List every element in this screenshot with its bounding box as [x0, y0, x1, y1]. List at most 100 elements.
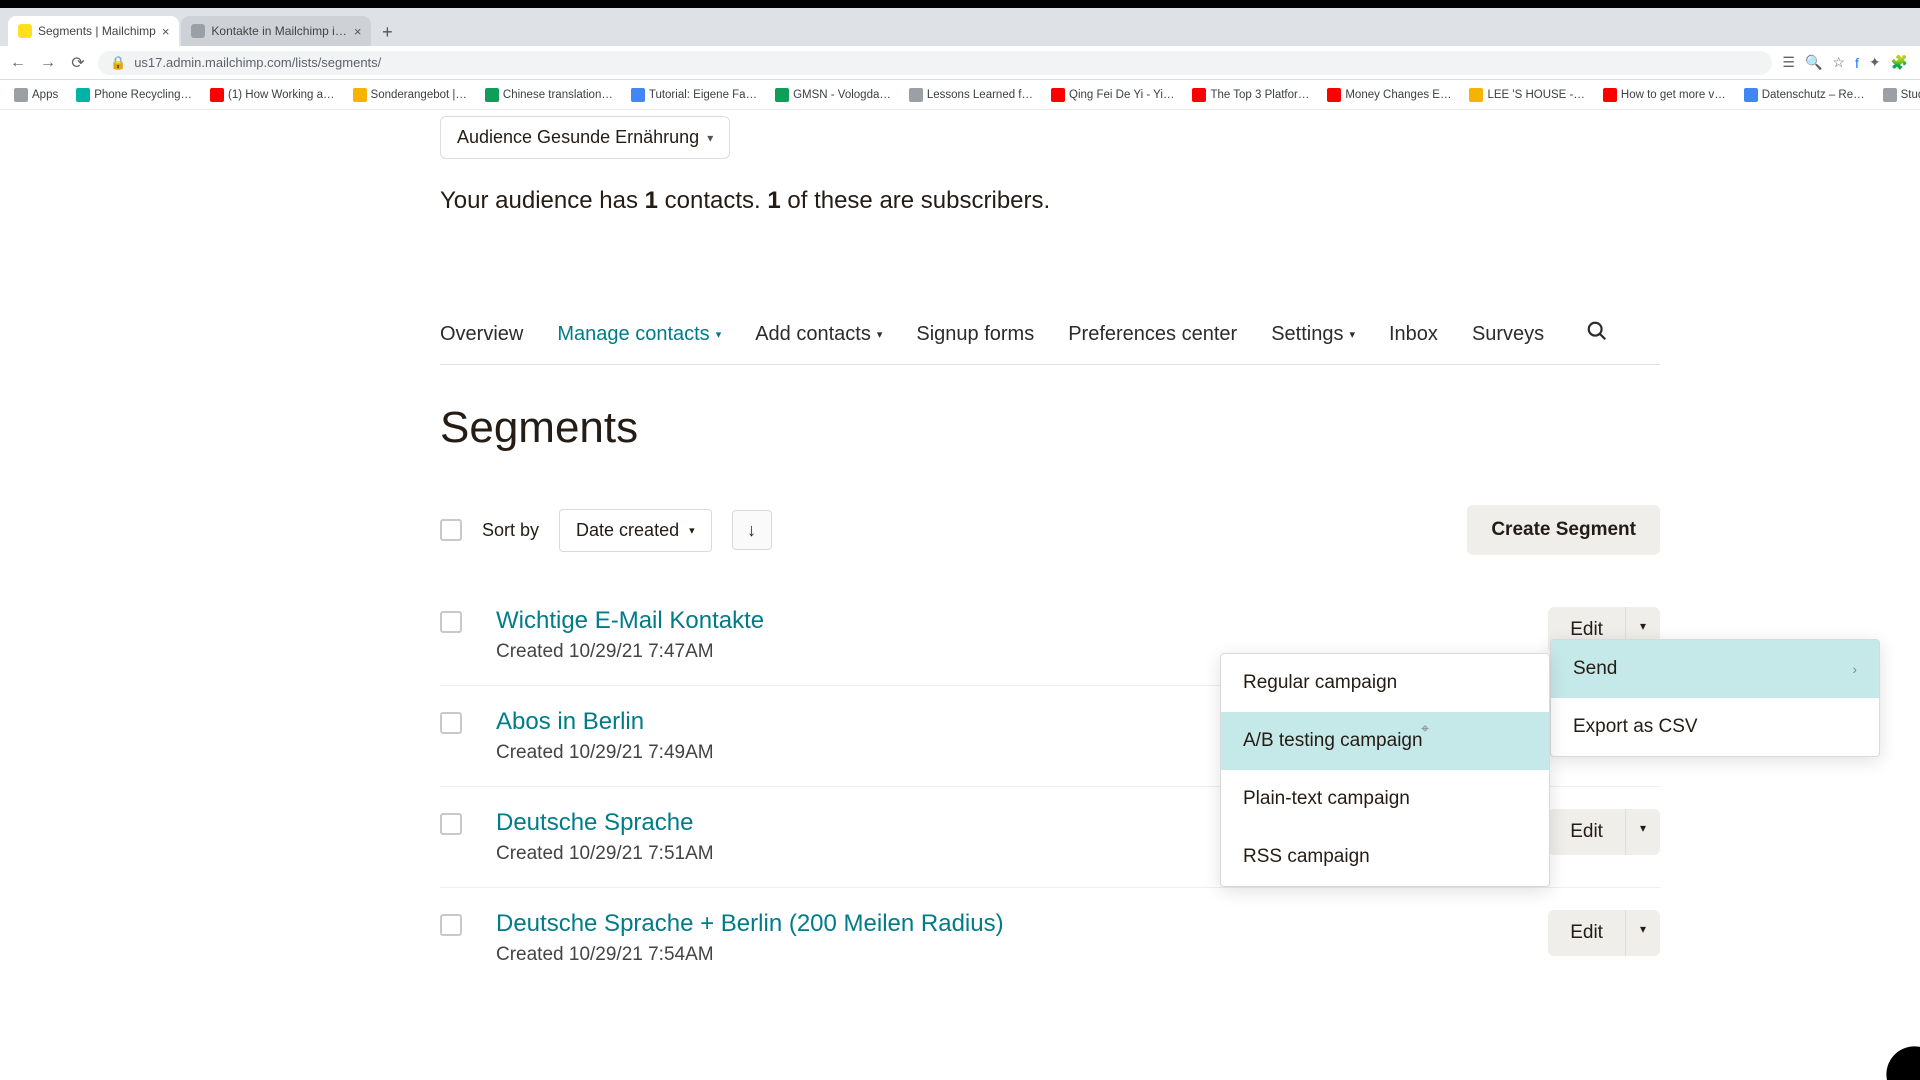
sort-by-label: Sort by [482, 520, 539, 541]
favicon-icon [210, 88, 224, 102]
select-all-checkbox[interactable] [440, 519, 462, 541]
chevron-down-icon: ▾ [689, 524, 695, 537]
chat-bubble-icon[interactable] [1886, 1046, 1920, 1080]
chevron-down-icon: ▾ [1640, 821, 1646, 835]
extension-icon[interactable]: ✦ [1869, 54, 1881, 71]
bookmark-item[interactable]: GMSN - Vologda… [769, 86, 897, 104]
bookmark-item[interactable]: Phone Recycling… [70, 86, 198, 104]
edit-button[interactable]: Edit [1548, 910, 1625, 956]
segment-row: Deutsche Sprache + Berlin (200 Meilen Ra… [440, 888, 1660, 988]
chevron-down-icon: ▾ [877, 328, 883, 341]
facebook-icon[interactable]: f [1855, 55, 1859, 71]
menu-item-send[interactable]: Send › [1551, 640, 1879, 698]
segments-list: Wichtige E-Mail Kontakte Created 10/29/2… [440, 585, 1660, 988]
edit-split-button[interactable]: Edit ▾ [1548, 910, 1660, 956]
sort-by-select[interactable]: Date created ▾ [559, 509, 712, 552]
row-checkbox[interactable] [440, 712, 462, 734]
nav-manage-contacts[interactable]: Manage contacts▾ [557, 323, 721, 346]
bookmark-item[interactable]: Money Changes E… [1321, 86, 1457, 104]
new-tab-button[interactable]: + [373, 18, 401, 46]
bookmark-item[interactable]: Lessons Learned f… [903, 86, 1039, 104]
segment-name-link[interactable]: Deutsche Sprache + Berlin (200 Meilen Ra… [496, 910, 1548, 938]
url-text: us17.admin.mailchimp.com/lists/segments/ [134, 55, 381, 70]
browser-tab-active[interactable]: Segments | Mailchimp × [8, 16, 179, 46]
edit-caret-button[interactable]: ▾ [1625, 910, 1660, 956]
chevron-down-icon: ▾ [716, 328, 722, 341]
row-checkbox[interactable] [440, 611, 462, 633]
star-icon[interactable]: ☆ [1832, 54, 1845, 71]
favicon-icon [1603, 88, 1617, 102]
close-icon[interactable]: × [162, 24, 170, 39]
cursor-icon: ⌖ [1421, 720, 1429, 737]
nav-signup-forms[interactable]: Signup forms [916, 323, 1034, 346]
bookmark-item[interactable]: The Top 3 Platfor… [1186, 86, 1315, 104]
favicon-icon [775, 88, 789, 102]
edit-button[interactable]: Edit [1548, 809, 1625, 855]
toolbar-right: ☰ 🔍 ☆ f ✦ 🧩 [1782, 54, 1912, 71]
nav-settings[interactable]: Settings▾ [1271, 323, 1355, 346]
translate-icon[interactable]: ☰ [1782, 54, 1795, 71]
tab-label: Kontakte in Mailchimp import… [211, 24, 347, 38]
segment-name-link[interactable]: Wichtige E-Mail Kontakte [496, 607, 1548, 635]
lock-icon: 🔒 [110, 55, 126, 71]
edit-dropdown-menu: Send › Export as CSV [1550, 639, 1880, 757]
bookmark-item[interactable]: Datenschutz – Re… [1738, 86, 1871, 104]
menu-item-ab-testing-campaign[interactable]: A/B testing campaign ⌖ [1221, 712, 1549, 770]
row-checkbox[interactable] [440, 813, 462, 835]
sort-value: Date created [576, 520, 679, 541]
nav-preferences-center[interactable]: Preferences center [1068, 323, 1237, 346]
search-icon[interactable] [1586, 320, 1608, 348]
bookmark-item[interactable]: Sonderangebot |… [347, 86, 473, 104]
bookmark-item[interactable]: (1) How Working a… [204, 86, 341, 104]
chevron-down-icon: ▾ [1640, 922, 1646, 936]
segment-meta: Created 10/29/21 7:54AM [496, 944, 1548, 966]
edit-caret-button[interactable]: ▾ [1625, 809, 1660, 855]
bookmark-item[interactable]: Apps [8, 86, 64, 104]
puzzle-icon[interactable]: 🧩 [1891, 54, 1908, 71]
subscriber-count: 1 [767, 187, 780, 214]
nav-inbox[interactable]: Inbox [1389, 323, 1438, 346]
favicon-icon [191, 24, 205, 38]
audience-nav: Overview Manage contacts▾ Add contacts▾ … [440, 320, 1660, 365]
chevron-down-icon: ▾ [1349, 328, 1355, 341]
favicon-icon [76, 88, 90, 102]
browser-tab-inactive[interactable]: Kontakte in Mailchimp import… × [181, 16, 371, 46]
favicon-icon [1051, 88, 1065, 102]
favicon-icon [485, 88, 499, 102]
contact-count: 1 [645, 187, 658, 214]
bookmark-item[interactable]: Student Wants an… [1877, 86, 1920, 104]
menu-item-plain-text-campaign[interactable]: Plain-text campaign [1221, 770, 1549, 828]
favicon-icon [1744, 88, 1758, 102]
menu-item-export-csv[interactable]: Export as CSV [1551, 698, 1879, 756]
nav-overview[interactable]: Overview [440, 323, 523, 346]
menu-item-regular-campaign[interactable]: Regular campaign [1221, 654, 1549, 712]
window-top-bar [0, 0, 1920, 8]
sort-direction-button[interactable]: ↓ [732, 510, 772, 550]
edit-split-button[interactable]: Edit ▾ [1548, 809, 1660, 855]
page-title: Segments [440, 403, 1660, 453]
audience-selector[interactable]: Audience Gesunde Ernährung ▾ [440, 116, 730, 159]
tab-label: Segments | Mailchimp [38, 24, 156, 38]
bookmark-item[interactable]: Qing Fei De Yi - Yi… [1045, 86, 1180, 104]
audience-summary: Your audience has 1 contacts. 1 of these… [440, 187, 1660, 215]
favicon-icon [909, 88, 923, 102]
nav-surveys[interactable]: Surveys [1472, 323, 1544, 346]
nav-reload-icon[interactable]: ⟳ [68, 53, 88, 73]
close-icon[interactable]: × [354, 24, 362, 39]
bookmark-item[interactable]: How to get more v… [1597, 86, 1732, 104]
segments-toolbar: Sort by Date created ▾ ↓ Create Segment [440, 505, 1660, 555]
nav-add-contacts[interactable]: Add contacts▾ [755, 323, 882, 346]
bookmark-item[interactable]: Tutorial: Eigene Fa… [625, 86, 763, 104]
nav-back-icon[interactable]: ← [8, 54, 28, 72]
chevron-down-icon: ▾ [1640, 619, 1646, 633]
chevron-right-icon: › [1852, 661, 1857, 677]
row-checkbox[interactable] [440, 914, 462, 936]
bookmark-item[interactable]: Chinese translation… [479, 86, 619, 104]
nav-forward-icon[interactable]: → [38, 54, 58, 72]
zoom-icon[interactable]: 🔍 [1805, 54, 1822, 71]
url-input[interactable]: 🔒 us17.admin.mailchimp.com/lists/segment… [98, 51, 1772, 75]
bookmark-item[interactable]: LEE 'S HOUSE -… [1463, 86, 1590, 104]
menu-item-rss-campaign[interactable]: RSS campaign [1221, 828, 1549, 886]
browser-tab-strip: Segments | Mailchimp × Kontakte in Mailc… [0, 8, 1920, 46]
create-segment-button[interactable]: Create Segment [1467, 505, 1660, 555]
